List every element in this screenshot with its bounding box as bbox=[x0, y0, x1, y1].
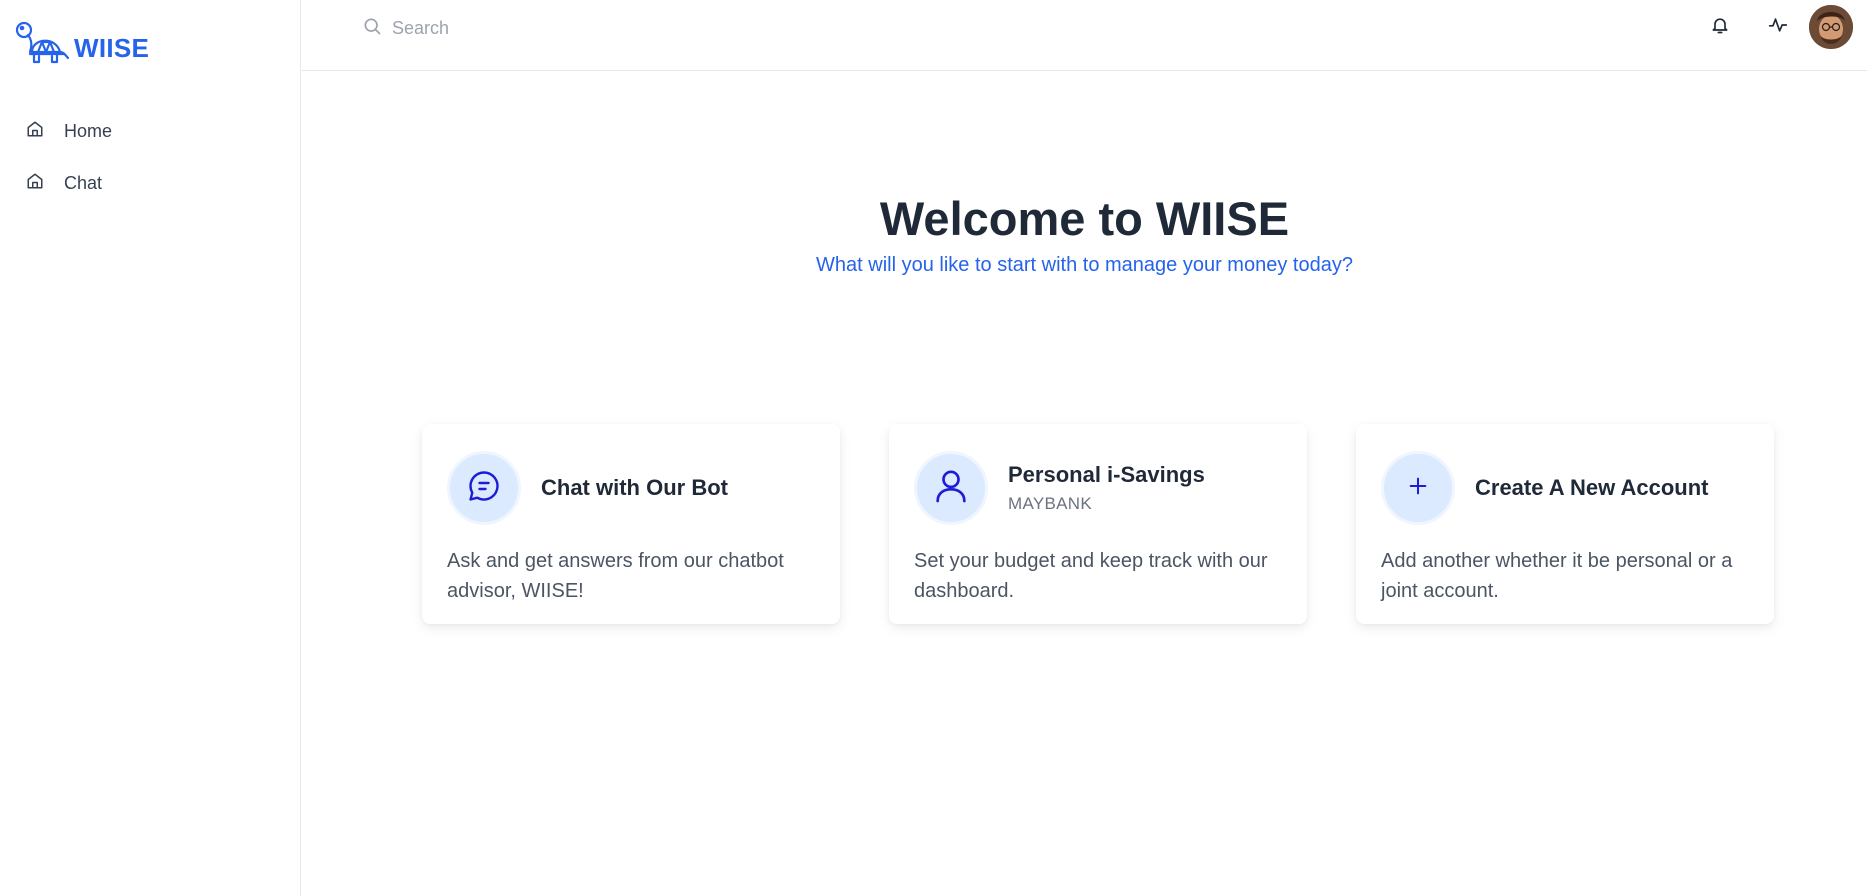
search-bar bbox=[362, 14, 882, 42]
card-icon-circle bbox=[447, 451, 521, 525]
sidebar-item-chat[interactable]: Chat bbox=[0, 157, 301, 209]
brand-name: WIISE bbox=[74, 32, 150, 63]
card-description: Set your budget and keep track with our … bbox=[914, 550, 1268, 602]
card-text: Chat with Our Bot bbox=[541, 475, 728, 501]
sidebar: WIISE Home Chat bbox=[0, 0, 301, 896]
personal-savings-card[interactable]: Personal i-Savings MAYBANK Set your budg… bbox=[889, 424, 1307, 624]
brand-logo[interactable]: WIISE bbox=[12, 18, 149, 78]
chat-icon bbox=[466, 468, 502, 509]
card-subtitle: MAYBANK bbox=[1008, 494, 1092, 513]
card-title: Personal i-Savings bbox=[1008, 462, 1205, 487]
top-actions bbox=[1691, 2, 1853, 52]
avatar[interactable] bbox=[1809, 5, 1853, 49]
card-header: Chat with Our Bot bbox=[447, 450, 816, 526]
welcome-section: Welcome to WIISE What will you like to s… bbox=[302, 186, 1867, 277]
card-text: Create A New Account bbox=[1475, 475, 1709, 501]
search-icon bbox=[362, 16, 382, 41]
home-icon bbox=[26, 172, 44, 195]
page-subtitle: What will you like to start with to mana… bbox=[816, 254, 1353, 276]
card-icon-circle bbox=[914, 451, 988, 525]
card-header: Create A New Account bbox=[1381, 450, 1750, 526]
search-input[interactable] bbox=[392, 17, 792, 39]
chat-bot-card[interactable]: Chat with Our Bot Ask and get answers fr… bbox=[422, 424, 840, 624]
card-icon-circle bbox=[1381, 451, 1455, 525]
turtle-logo-icon bbox=[12, 16, 72, 81]
card-title: Chat with Our Bot bbox=[541, 475, 728, 500]
bell-icon bbox=[1710, 15, 1730, 40]
top-bar bbox=[302, 0, 1867, 71]
notifications-button[interactable] bbox=[1691, 2, 1749, 52]
card-text: Personal i-Savings MAYBANK bbox=[1008, 462, 1205, 514]
user-icon bbox=[931, 466, 971, 511]
card-description: Add another whether it be personal or a … bbox=[1381, 550, 1733, 602]
create-account-card[interactable]: Create A New Account Add another whether… bbox=[1356, 424, 1774, 624]
activity-icon bbox=[1768, 15, 1788, 40]
sidebar-item-label: Home bbox=[64, 120, 113, 141]
page-title: Welcome to WIISE bbox=[879, 192, 1290, 245]
card-description: Ask and get answers from our chatbot adv… bbox=[447, 550, 784, 602]
sidebar-item-label: Chat bbox=[64, 172, 103, 193]
activity-button[interactable] bbox=[1749, 2, 1807, 52]
card-title: Create A New Account bbox=[1475, 475, 1709, 500]
card-header: Personal i-Savings MAYBANK bbox=[914, 450, 1283, 526]
home-icon bbox=[26, 120, 44, 143]
action-cards: Chat with Our Bot Ask and get answers fr… bbox=[422, 424, 1774, 624]
sidebar-item-home[interactable]: Home bbox=[0, 105, 301, 157]
plus-icon bbox=[1407, 475, 1429, 502]
sidebar-nav: Home Chat bbox=[0, 105, 301, 209]
